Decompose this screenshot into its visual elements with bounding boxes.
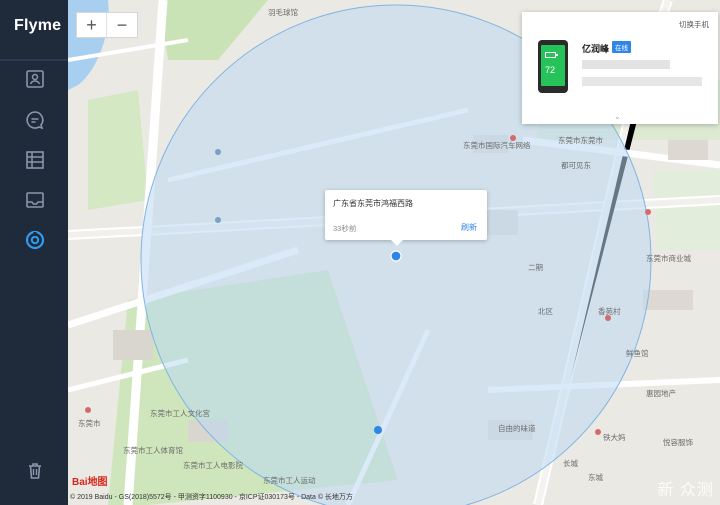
phone-icon: 72 (538, 40, 568, 93)
sidebar: Flyme (0, 0, 68, 505)
map-label: 鲜鱼馆 (626, 349, 649, 358)
map-label: 东莞市工人运动 (263, 476, 316, 485)
map-label: 东城 (588, 473, 603, 482)
zoom-control: + − (76, 12, 138, 38)
map-label: 东莞市国际汽车网络 (463, 141, 531, 150)
location-popup: 广东省东莞市鸿福西路 33秒前 刷新 (325, 190, 487, 246)
online-badge: 在线 (612, 41, 631, 53)
blurred-info (582, 60, 670, 69)
map-label: 东莞市东莞市 (558, 136, 603, 145)
map-label: 都可见东 (561, 161, 591, 170)
map-label: 香苑村 (598, 307, 621, 316)
map-label: 二期 (528, 263, 543, 272)
baidu-map-logo: Bai地图 (72, 477, 108, 488)
map-label: 悦容服饰 (663, 438, 693, 447)
switch-phone-link[interactable]: 切换手机 (679, 19, 709, 30)
inbox-icon[interactable] (24, 189, 46, 211)
map-label: 北区 (538, 307, 553, 316)
trash-icon[interactable] (24, 460, 46, 482)
app-logo: Flyme (14, 17, 62, 34)
battery-level: 72 (544, 65, 555, 75)
map-label: 羽毛球馆 (268, 8, 298, 17)
map-copyright: © 2019 Baidu - GS(2018)5572号 - 甲测资字11009… (70, 494, 353, 501)
map-label: 东莞市工人体育馆 (123, 446, 183, 455)
map-label: 东莞市商业城 (646, 254, 691, 263)
map-label: 长城 (563, 459, 578, 468)
map-label: 自由的味道 (498, 424, 536, 433)
contacts-icon[interactable] (24, 68, 46, 90)
device-card: 切换手机 72 亿润峰 在线 ⌄ (522, 12, 718, 124)
watermark: 新 众测 (657, 482, 714, 499)
locate-phone-icon[interactable] (24, 229, 46, 251)
chevron-down-icon[interactable]: ⌄ (614, 112, 621, 121)
map-label: 铁大妈 (603, 433, 626, 442)
map-label: 东莞市 (78, 419, 101, 428)
map-label: 惠园地产 (646, 389, 676, 398)
map-label: 东莞市工人电影院 (183, 461, 243, 470)
sidebar-divider (0, 59, 68, 61)
map-view[interactable]: + − 羽毛球馆 东莞市国际汽车网络 东莞市东莞市 都可见东 二期 北区 东莞市… (68, 0, 720, 505)
location-address: 广东省东莞市鸿福西路 (333, 199, 413, 208)
messages-icon[interactable] (24, 109, 46, 131)
device-name: 亿润峰 (582, 44, 610, 54)
battery-icon (545, 52, 558, 58)
blurred-info (582, 77, 702, 86)
location-time: 33秒前 (333, 224, 357, 233)
gallery-icon[interactable] (24, 149, 46, 171)
map-label: 东莞市工人文化宫 (150, 409, 210, 418)
zoom-out-button[interactable]: − (107, 13, 137, 37)
zoom-in-button[interactable]: + (77, 13, 108, 37)
refresh-location-link[interactable]: 刷新 (461, 222, 477, 233)
